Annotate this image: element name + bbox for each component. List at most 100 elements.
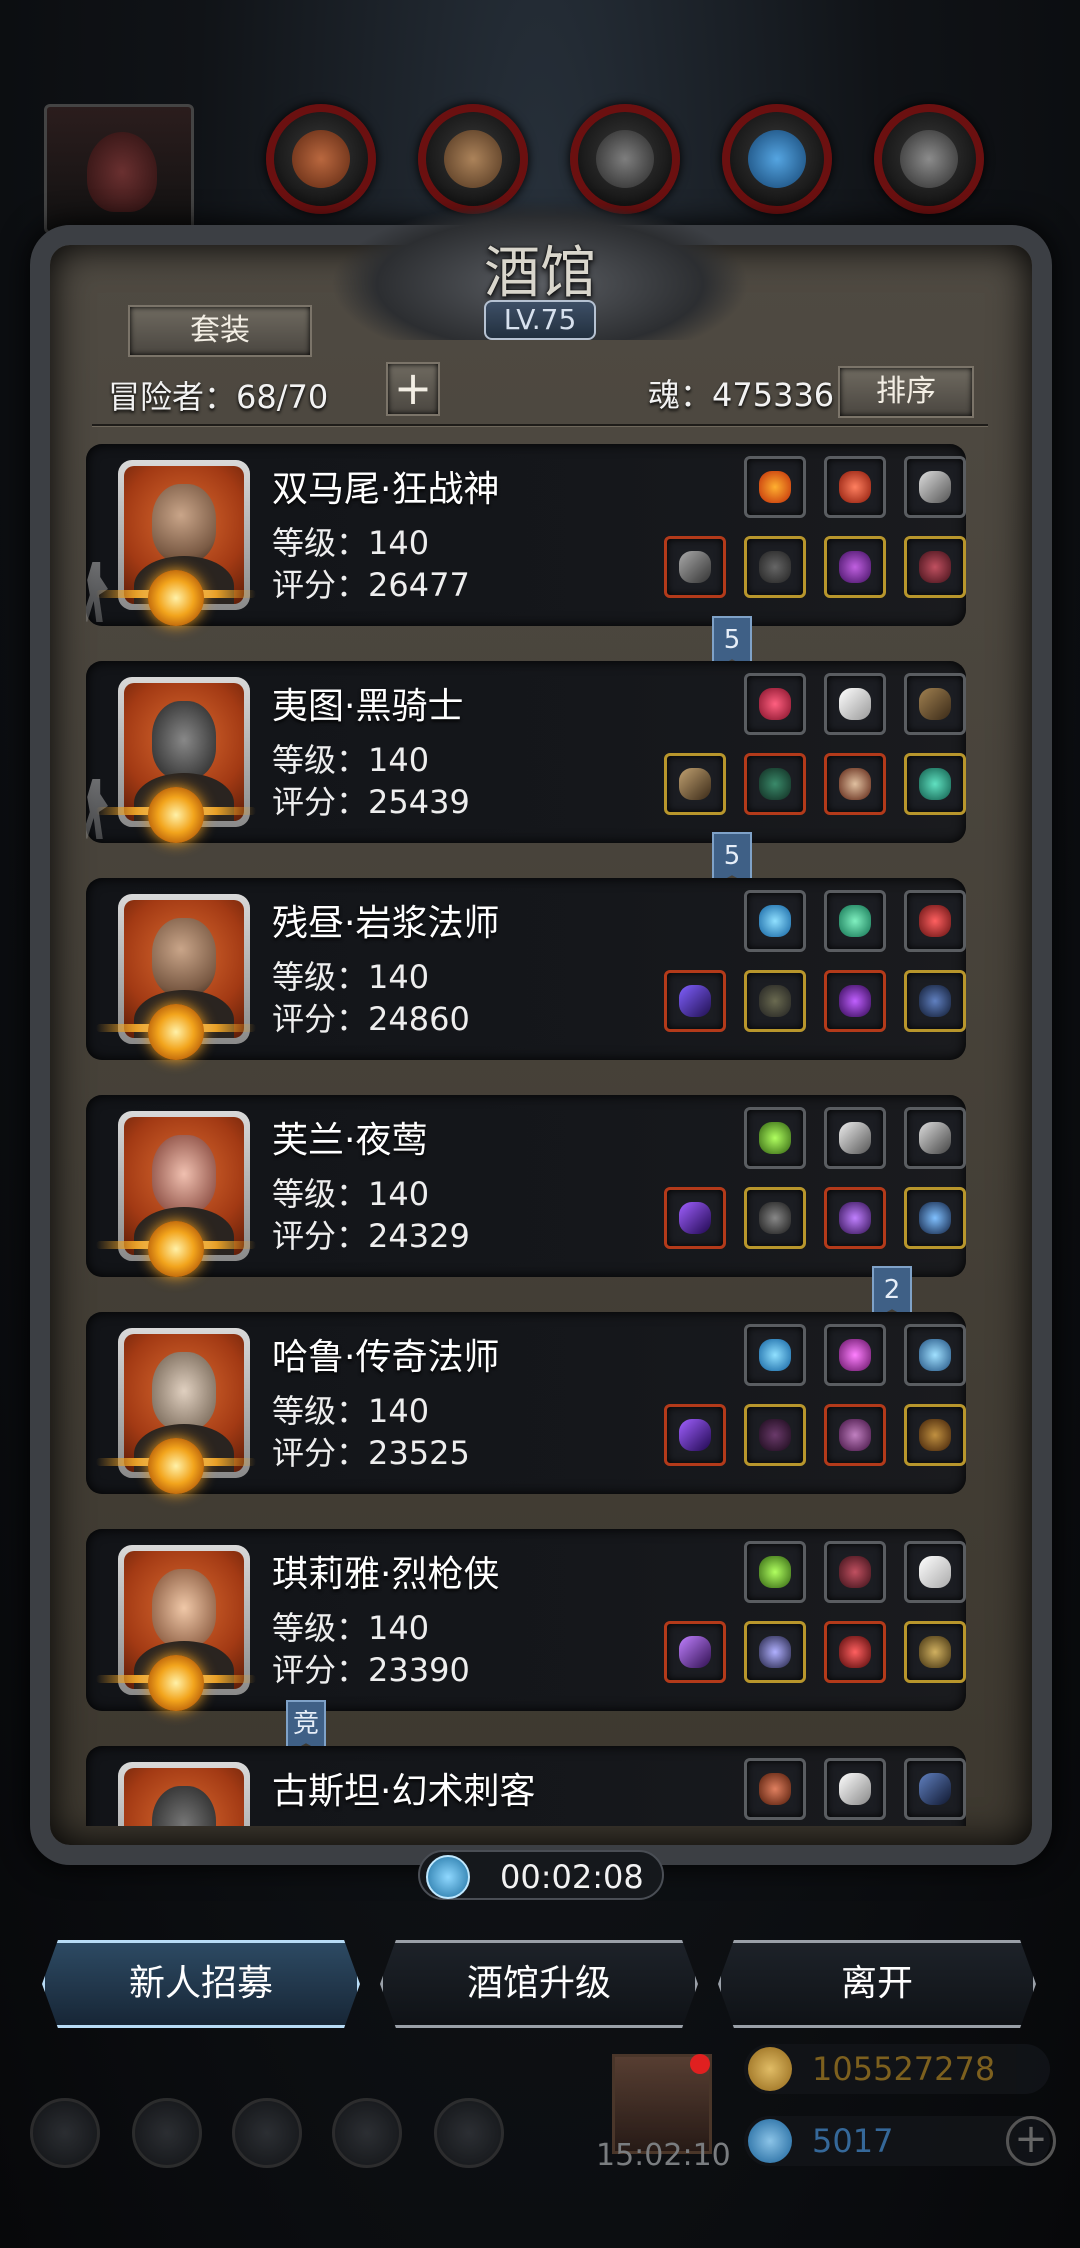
hero-level: 等级：140: [272, 1609, 430, 1647]
shield-icon[interactable]: [434, 2098, 504, 2168]
robe-icon[interactable]: [744, 970, 806, 1032]
blue-orb-icon[interactable]: [744, 1324, 806, 1386]
hero-level: 等级：140: [272, 741, 430, 779]
dark-armor-icon[interactable]: [744, 1187, 806, 1249]
hero-name: 残昼·岩浆法师: [272, 903, 500, 944]
player-avatar[interactable]: [44, 104, 194, 234]
hero-row[interactable]: 琪莉雅·烈枪侠 等级：140 评分：23390: [86, 1529, 966, 1711]
hero-portrait[interactable]: [118, 1762, 250, 1826]
chest-armor-icon[interactable]: [744, 753, 806, 815]
ice-claw-icon[interactable]: [904, 1324, 966, 1386]
timer-value: 00:02:08: [500, 1858, 644, 1896]
diamond-icon: [748, 2119, 792, 2163]
charm-icon[interactable]: [904, 1187, 966, 1249]
mail-icon[interactable]: [332, 2098, 402, 2168]
star-medal-icon: [148, 787, 204, 843]
star-medal-icon: [148, 1438, 204, 1494]
leave-button[interactable]: 离开: [718, 1940, 1036, 2028]
helmet-icon[interactable]: [824, 536, 886, 598]
hero-row[interactable]: 芙兰·夜莺 等级：140 评分：24329: [86, 1095, 966, 1277]
level-badge: LV.75: [484, 300, 596, 340]
blue-orb-icon[interactable]: [744, 890, 806, 952]
amethyst-icon[interactable]: [824, 1324, 886, 1386]
whip-icon[interactable]: [904, 673, 966, 735]
scroll-icon[interactable]: [824, 1541, 886, 1603]
hero-row[interactable]: 哈鲁·传奇法师 等级：140 评分：23525: [86, 1312, 966, 1494]
adventurer-count: 冒险者：68/70: [108, 378, 329, 416]
hero-score: 评分：25439: [272, 783, 470, 821]
dagger-icon[interactable]: [904, 456, 966, 518]
add-slot-button[interactable]: +: [386, 362, 440, 416]
fire-rune-icon[interactable]: [744, 456, 806, 518]
hero-level: 等级：140: [272, 958, 430, 996]
stone-icon[interactable]: [570, 104, 680, 214]
hero-level: 等级：140: [272, 1175, 430, 1213]
ruby-ring-icon[interactable]: [824, 1621, 886, 1683]
hero-row[interactable]: 古斯坦·幻术刺客: [86, 1746, 966, 1826]
bracelet-icon[interactable]: [904, 753, 966, 815]
basketball-icon[interactable]: [266, 104, 376, 214]
notification-dot: [690, 2054, 710, 2074]
set-button[interactable]: 套装: [128, 305, 312, 357]
satchel-icon[interactable]: [904, 1404, 966, 1466]
hero-name: 夷图·黑骑士: [272, 686, 464, 727]
hero-name: 双马尾·狂战神: [272, 469, 500, 510]
ring-icon[interactable]: [904, 536, 966, 598]
gem-amount: 5017: [812, 2122, 894, 2160]
cloak-icon[interactable]: [744, 1404, 806, 1466]
spear-icon[interactable]: [664, 1621, 726, 1683]
soul-count: 魂：475336: [648, 376, 835, 414]
sort-button[interactable]: 排序: [838, 366, 974, 418]
crystal-icon[interactable]: [722, 104, 832, 214]
game-clock: 15:02:10: [596, 2138, 731, 2173]
purple-sword-icon[interactable]: [664, 1187, 726, 1249]
ore-icon[interactable]: [744, 1758, 806, 1820]
star-icon[interactable]: [132, 2098, 202, 2168]
hero-name: 芙兰·夜莺: [272, 1120, 428, 1161]
mask-icon[interactable]: [824, 1187, 886, 1249]
amulet-icon[interactable]: [824, 753, 886, 815]
bell-icon[interactable]: [904, 1621, 966, 1683]
hero-score: 评分：23525: [272, 1434, 470, 1472]
pendant-icon[interactable]: [824, 970, 886, 1032]
feather-icon[interactable]: [824, 673, 886, 735]
hero-row[interactable]: 残昼·岩浆法师 等级：140 评分：24860: [86, 878, 966, 1060]
recruit-button[interactable]: 新人招募: [42, 1940, 360, 2028]
spellbook-icon[interactable]: [824, 1404, 886, 1466]
armor-icon[interactable]: [744, 536, 806, 598]
gold-coin-icon: [748, 2047, 792, 2091]
blade-icon[interactable]: [904, 1107, 966, 1169]
red-gem-icon[interactable]: [824, 456, 886, 518]
necklace-icon[interactable]: [904, 890, 966, 952]
castle-icon[interactable]: [232, 2098, 302, 2168]
hero-row[interactable]: 夷图·黑骑士 等级：140 评分：25439: [86, 661, 966, 843]
wand-icon[interactable]: [664, 1404, 726, 1466]
gear-icon[interactable]: [30, 2098, 100, 2168]
staff-icon[interactable]: [664, 970, 726, 1032]
pentagram-icon[interactable]: [904, 970, 966, 1032]
hero-list[interactable]: 双马尾·狂战神 等级：140 评分：26477 5 夷图·黑骑士 等级：140 …: [86, 440, 992, 1826]
upgrade-tavern-button[interactable]: 酒馆升级: [380, 1940, 698, 2028]
hero-score: 评分：24860: [272, 1000, 470, 1038]
clock-icon: [426, 1855, 470, 1899]
hero-score: 评分：24329: [272, 1217, 470, 1255]
star-medal-icon: [148, 1221, 204, 1277]
knife-icon[interactable]: [824, 1107, 886, 1169]
wood-icon[interactable]: [418, 104, 528, 214]
crossbow-icon[interactable]: [664, 753, 726, 815]
sickle-icon[interactable]: [824, 1758, 886, 1820]
add-gems-button[interactable]: +: [1006, 2116, 1056, 2166]
rose-gem-icon[interactable]: [744, 673, 806, 735]
jade-icon[interactable]: [824, 890, 886, 952]
iron-icon[interactable]: [874, 104, 984, 214]
plate-armor-icon[interactable]: [744, 1621, 806, 1683]
green-potion-icon[interactable]: [744, 1107, 806, 1169]
hero-row[interactable]: 双马尾·狂战神 等级：140 评分：26477: [86, 444, 966, 626]
hero-level: 等级：140: [272, 524, 430, 562]
bow-icon[interactable]: [904, 1758, 966, 1820]
hero-score: 评分：26477: [272, 566, 470, 604]
wing-icon[interactable]: [904, 1541, 966, 1603]
page-title: 酒馆: [484, 241, 596, 306]
green-potion-icon[interactable]: [744, 1541, 806, 1603]
axe-icon[interactable]: [664, 536, 726, 598]
